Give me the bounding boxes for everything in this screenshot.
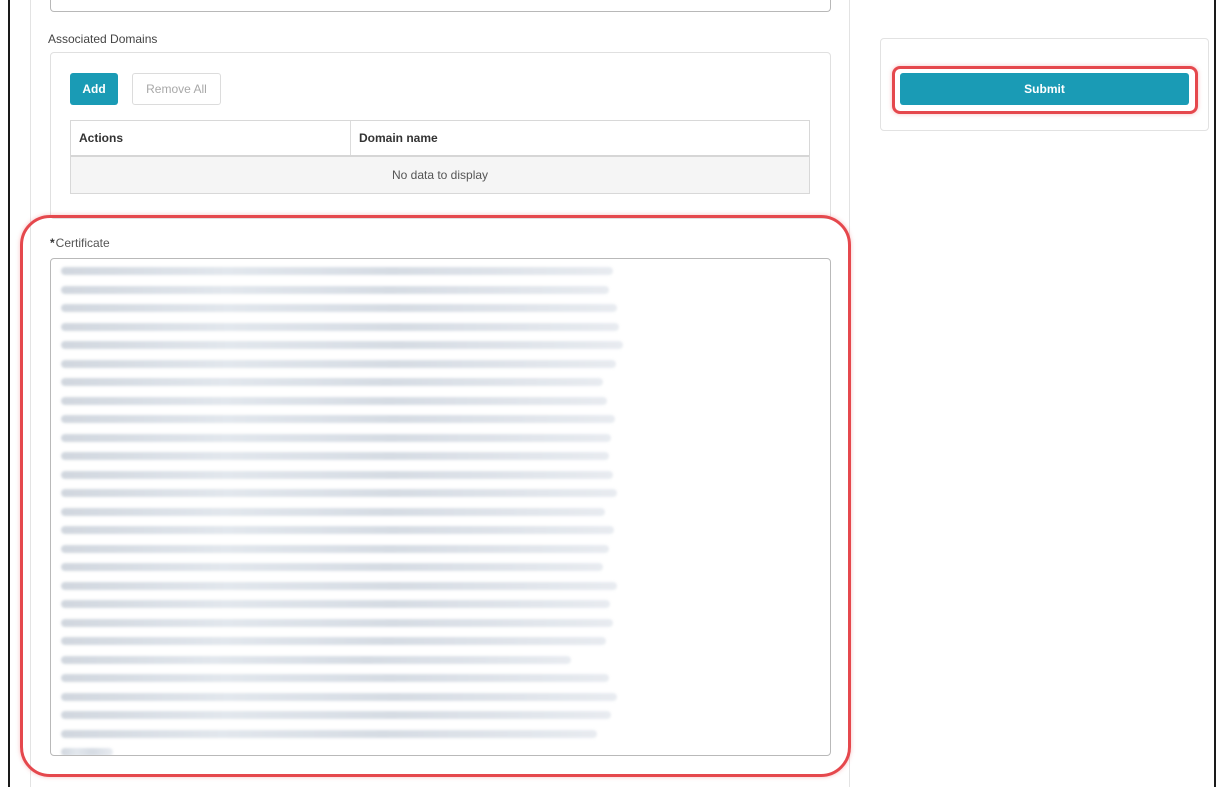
obscured-line [61, 544, 609, 553]
obscured-line [61, 452, 609, 460]
obscured-line [61, 304, 617, 312]
obscured-line [61, 507, 605, 516]
certificate-label: *Certificate [50, 236, 110, 250]
add-domain-button[interactable]: Add [70, 73, 118, 105]
column-header-actions[interactable]: Actions [71, 121, 351, 155]
obscured-line [61, 470, 613, 479]
empty-table-message: No data to display [71, 157, 809, 193]
obscured-line [61, 655, 571, 664]
obscured-line [61, 285, 609, 294]
obscured-line [61, 359, 616, 368]
obscured-line [61, 674, 609, 682]
obscured-line [61, 526, 614, 534]
obscured-line [61, 563, 603, 571]
obscured-line [61, 692, 617, 701]
certificate-obscured-text [61, 267, 623, 755]
certificate-textarea[interactable] [50, 258, 831, 756]
associated-domains-label: Associated Domains [48, 32, 158, 46]
obscured-line [61, 618, 613, 627]
obscured-line [61, 433, 611, 442]
obscured-line [61, 415, 615, 423]
domains-table-header: Actions Domain name [71, 121, 809, 157]
obscured-line [61, 322, 619, 331]
domains-table: Actions Domain name No data to display [70, 120, 810, 194]
obscured-line [61, 489, 617, 497]
obscured-line [61, 600, 610, 608]
column-header-domain-name[interactable]: Domain name [351, 121, 809, 155]
previous-input-field[interactable] [50, 0, 831, 12]
obscured-line [61, 341, 623, 349]
obscured-line [61, 267, 613, 275]
remove-all-button[interactable]: Remove All [132, 73, 221, 105]
obscured-line [61, 637, 606, 645]
obscured-line [61, 378, 603, 386]
obscured-line [61, 711, 611, 719]
obscured-line [61, 396, 607, 405]
obscured-line [61, 748, 113, 755]
required-marker: * [50, 236, 55, 250]
obscured-line [61, 729, 597, 738]
certificate-label-text: Certificate [55, 236, 110, 250]
submit-button[interactable]: Submit [900, 73, 1189, 105]
obscured-line [61, 581, 617, 590]
